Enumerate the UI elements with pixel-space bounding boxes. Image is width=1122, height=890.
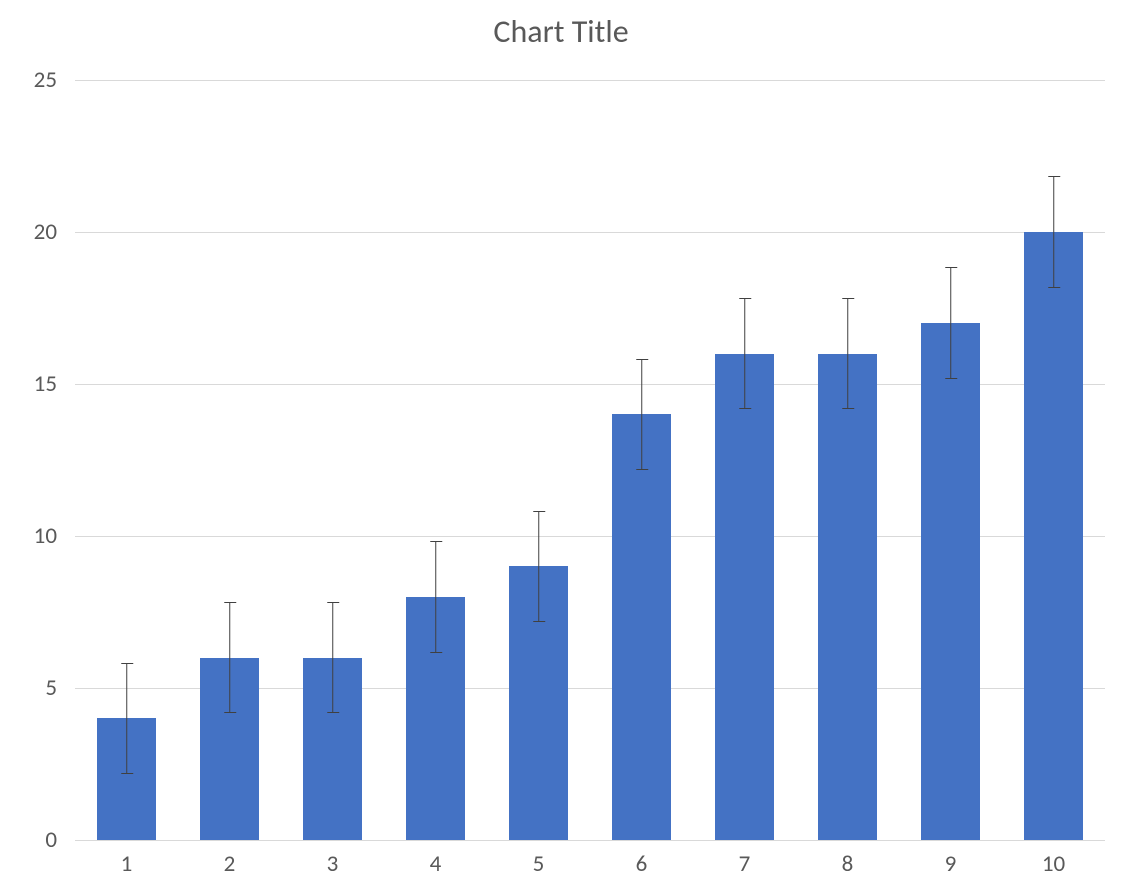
error-bar xyxy=(538,512,539,621)
y-tick-label: 10 xyxy=(34,522,75,550)
bar xyxy=(1024,232,1084,840)
chart-title: Chart Title xyxy=(0,12,1122,51)
error-bar xyxy=(332,603,333,712)
gridline xyxy=(75,232,1105,233)
bar xyxy=(715,354,775,840)
x-tick-label: 2 xyxy=(224,840,236,878)
y-tick-label: 20 xyxy=(34,218,75,246)
x-tick-label: 1 xyxy=(121,840,133,878)
chart-container: Chart Title 051015202512345678910 xyxy=(0,0,1122,890)
error-bar xyxy=(641,360,642,469)
error-bar xyxy=(847,299,848,408)
y-tick-label: 25 xyxy=(34,66,75,94)
error-bar xyxy=(229,603,230,712)
bar xyxy=(818,354,878,840)
plot-area: 051015202512345678910 xyxy=(75,80,1105,840)
error-bar xyxy=(126,664,127,773)
x-tick-label: 6 xyxy=(636,840,648,878)
bar xyxy=(921,323,981,840)
x-tick-label: 4 xyxy=(430,840,442,878)
error-bar xyxy=(950,268,951,377)
x-tick-label: 9 xyxy=(945,840,957,878)
gridline xyxy=(75,80,1105,81)
x-tick-label: 5 xyxy=(533,840,545,878)
y-tick-label: 0 xyxy=(45,826,75,854)
y-tick-label: 5 xyxy=(45,674,75,702)
error-bar xyxy=(1053,177,1054,286)
x-tick-label: 3 xyxy=(327,840,339,878)
error-bar xyxy=(435,542,436,651)
x-tick-label: 7 xyxy=(739,840,751,878)
x-tick-label: 8 xyxy=(842,840,854,878)
error-bar xyxy=(744,299,745,408)
x-tick-label: 10 xyxy=(1042,840,1065,878)
y-tick-label: 15 xyxy=(34,370,75,398)
bar xyxy=(612,414,672,840)
